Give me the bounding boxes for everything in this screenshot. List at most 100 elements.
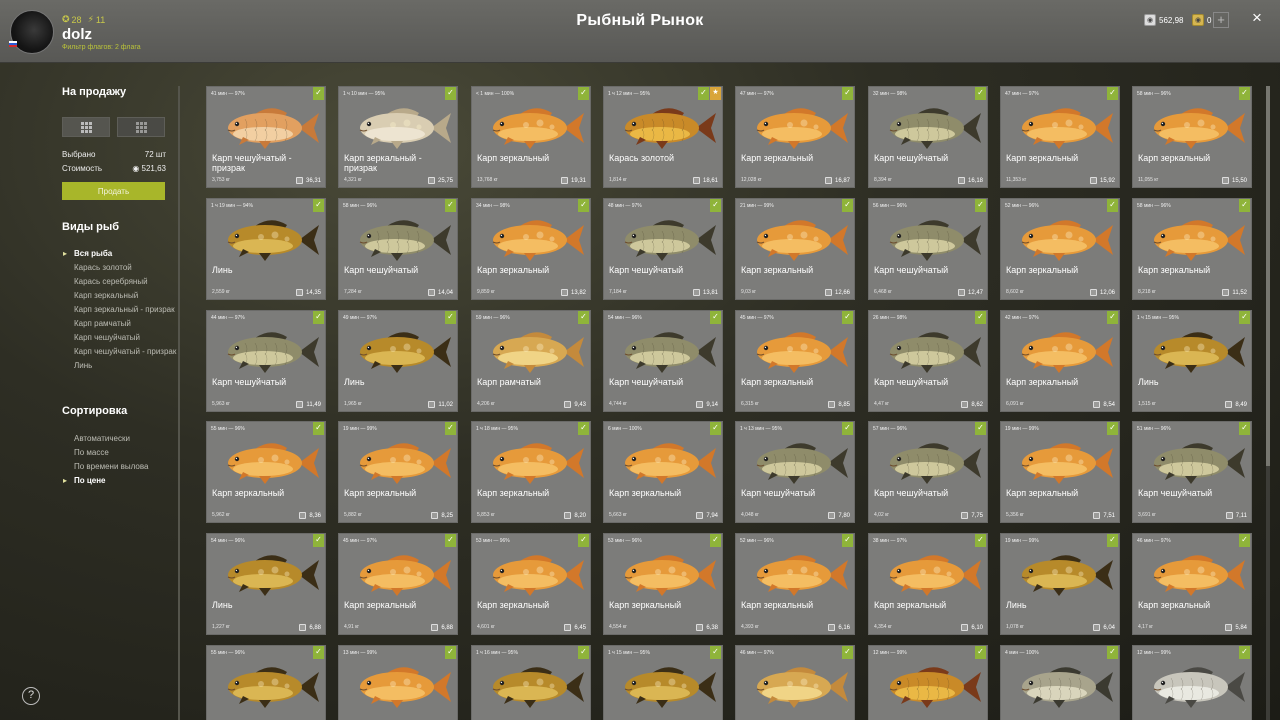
check-icon[interactable]: ✓ — [842, 422, 853, 435]
fish-card[interactable]: 1 ч 13 мин — 95% ✓ Карп чешуйчатый 4,048 кг… — [735, 421, 855, 523]
help-button[interactable]: ? — [22, 687, 40, 705]
fish-card[interactable]: 1 ч 16 мин — 95% ✓ — [471, 645, 591, 720]
sort-option-item[interactable]: Автоматически — [62, 434, 148, 443]
check-icon[interactable]: ✓ — [578, 534, 589, 547]
fish-card[interactable]: 41 мин — 97% ✓ Карп чешуйчатый - призрак 3,… — [206, 86, 326, 188]
check-icon[interactable]: ✓ — [710, 534, 721, 547]
fish-card[interactable]: 1 ч 18 мин — 95% ✓ Карп зеркальный 5,853 кг… — [471, 421, 591, 523]
fish-card[interactable]: 13 мин — 99% ✓ — [338, 645, 458, 720]
check-icon[interactable]: ✓ — [578, 646, 589, 659]
fish-card[interactable]: 47 мин — 97% ✓ Карп зеркальный 12,028 кг 16,… — [735, 86, 855, 188]
species-filter-item[interactable]: Карась золотой — [62, 263, 176, 272]
check-icon[interactable]: ✓ — [313, 311, 324, 324]
fish-card[interactable]: 58 мин — 96% ✓ Карп чешуйчатый 7,284 кг 14,0… — [338, 198, 458, 300]
check-icon[interactable]: ✓ — [975, 311, 986, 324]
fish-card[interactable]: 52 мин — 96% ✓ Карп зеркальный 8,602 кг 12,0… — [1000, 198, 1120, 300]
check-icon[interactable]: ✓ — [1239, 199, 1250, 212]
check-icon[interactable]: ✓ — [1107, 422, 1118, 435]
check-icon[interactable]: ✓ — [1107, 534, 1118, 547]
fish-card[interactable]: 45 мин — 97% ✓ Карп зеркальный 6,315 кг 8,85 — [735, 310, 855, 412]
species-filter-item[interactable]: Вся рыба — [62, 249, 176, 258]
species-filter-item[interactable]: Карп зеркальный - призрак — [62, 305, 176, 314]
fish-card[interactable]: 46 мин — 97% ✓ — [735, 645, 855, 720]
add-gold-button[interactable]: + — [1213, 12, 1229, 28]
sort-option-item[interactable]: По времени вылова — [62, 462, 148, 471]
check-icon[interactable]: ✓ — [1107, 311, 1118, 324]
fish-card[interactable]: 6 мин — 100% ✓ Карп зеркальный 5,663 кг 7,94 — [603, 421, 723, 523]
fish-card[interactable]: 55 мин — 96% ✓ Карп зеркальный 5,962 кг 8,36 — [206, 421, 326, 523]
check-icon[interactable]: ✓ — [1107, 87, 1118, 100]
check-icon[interactable]: ✓ — [445, 87, 456, 100]
fish-card[interactable]: 4 мин — 100% ✓ — [1000, 645, 1120, 720]
check-icon[interactable]: ✓ — [710, 646, 721, 659]
fish-card[interactable]: 54 мин — 96% ✓ Линь 1,227 кг 6,88 — [206, 533, 326, 635]
check-icon[interactable]: ✓ — [578, 311, 589, 324]
check-icon[interactable]: ✓ — [313, 422, 324, 435]
fish-card[interactable]: 49 мин — 97% ✓ Линь 1,965 кг 11,02 — [338, 310, 458, 412]
species-filter-item[interactable]: Линь — [62, 361, 176, 370]
check-icon[interactable]: ✓ — [1107, 199, 1118, 212]
check-icon[interactable]: ✓ — [710, 311, 721, 324]
check-icon[interactable]: ✓ — [1239, 422, 1250, 435]
close-button[interactable]: × — [1249, 9, 1265, 26]
fish-card[interactable]: 26 мин — 98% ✓ Карп чешуйчатый 4,47 кг 8,62 — [868, 310, 988, 412]
fish-card[interactable]: 1 ч 15 мин — 95% ✓ — [603, 645, 723, 720]
fish-card[interactable]: 46 мин — 97% ✓ Карп зеркальный 4,17 кг 5,84 — [1132, 533, 1252, 635]
check-icon[interactable]: ✓ — [1239, 87, 1250, 100]
sort-option-item[interactable]: По цене — [62, 476, 148, 485]
fish-card[interactable]: 34 мин — 98% ✓ Карп зеркальный 9,859 кг 13,8… — [471, 198, 591, 300]
check-icon[interactable]: ✓ — [1239, 646, 1250, 659]
check-icon[interactable]: ✓ — [975, 87, 986, 100]
fish-card[interactable]: 1 ч 10 мин — 95% ✓ Карп зеркальный - призр… — [338, 86, 458, 188]
check-icon[interactable]: ✓ — [1239, 534, 1250, 547]
fish-card[interactable]: 42 мин — 97% ✓ Карп зеркальный 6,091 кг 8,54 — [1000, 310, 1120, 412]
check-icon[interactable]: ✓ — [313, 87, 324, 100]
species-filter-item[interactable]: Карп чешуйчатый — [62, 333, 176, 342]
check-icon[interactable]: ✓ — [842, 311, 853, 324]
check-icon[interactable]: ✓ — [698, 87, 709, 100]
fish-card[interactable]: 58 мин — 96% ✓ Карп зеркальный 11,055 кг 15,… — [1132, 86, 1252, 188]
check-icon[interactable]: ✓ — [313, 199, 324, 212]
check-icon[interactable]: ✓ — [975, 534, 986, 547]
check-icon[interactable]: ✓ — [842, 646, 853, 659]
fish-card[interactable]: < 1 мин — 100% ✓ Карп зеркальный 13,768 кг 1… — [471, 86, 591, 188]
fish-card[interactable]: 53 мин — 96% ✓ Карп зеркальный 4,554 кг 6,38 — [603, 533, 723, 635]
check-icon[interactable]: ✓ — [975, 199, 986, 212]
fish-card[interactable]: 58 мин — 96% ✓ Карп зеркальный 8,218 кг 11,5… — [1132, 198, 1252, 300]
fish-card[interactable]: 21 мин — 99% ✓ Карп зеркальный 9,03 кг 12,66 — [735, 198, 855, 300]
check-icon[interactable]: ✓ — [445, 199, 456, 212]
fish-card[interactable]: 44 мин — 97% ✓ Карп чешуйчатый 5,963 кг 11,4… — [206, 310, 326, 412]
check-icon[interactable]: ✓ — [313, 646, 324, 659]
check-icon[interactable]: ✓ — [975, 646, 986, 659]
fish-card[interactable]: 1 ч 19 мин — 94% ✓ Линь 2,559 кг 14,35 — [206, 198, 326, 300]
grid-view-button[interactable] — [62, 117, 110, 137]
fish-card[interactable]: 48 мин — 97% ✓ Карп чешуйчатый 7,184 кг 13,8… — [603, 198, 723, 300]
fish-card[interactable]: 12 мин — 99% ✓ — [1132, 645, 1252, 720]
fish-card[interactable]: 12 мин — 99% ✓ — [868, 645, 988, 720]
fish-card[interactable]: 53 мин — 96% ✓ Карп зеркальный 4,601 кг 6,45 — [471, 533, 591, 635]
check-icon[interactable]: ✓ — [710, 422, 721, 435]
sell-button[interactable]: Продать — [62, 182, 165, 200]
fish-card[interactable]: 1 ч 12 мин — 95% ✓ ★ Карась золотой 1,814 кг… — [603, 86, 723, 188]
check-icon[interactable]: ✓ — [578, 199, 589, 212]
fish-card[interactable]: 56 мин — 96% ✓ Карп чешуйчатый 6,468 кг 12,4… — [868, 198, 988, 300]
fish-card[interactable]: 1 ч 15 мин — 95% ✓ Линь 1,515 кг 8,49 — [1132, 310, 1252, 412]
species-filter-item[interactable]: Карп рамчатый — [62, 319, 176, 328]
fish-card[interactable]: 38 мин — 97% ✓ Карп зеркальный 4,354 кг 6,10 — [868, 533, 988, 635]
fish-card[interactable]: 45 мин — 97% ✓ Карп зеркальный 4,91 кг 6,88 — [338, 533, 458, 635]
fish-card[interactable]: 32 мин — 98% ✓ Карп чешуйчатый 8,394 кг 16,1… — [868, 86, 988, 188]
check-icon[interactable]: ✓ — [445, 311, 456, 324]
compact-view-button[interactable] — [117, 117, 165, 137]
check-icon[interactable]: ✓ — [578, 87, 589, 100]
fish-card[interactable]: 59 мин — 96% ✓ Карп рамчатый 4,206 кг 9,43 — [471, 310, 591, 412]
species-filter-item[interactable]: Карп зеркальный — [62, 291, 176, 300]
check-icon[interactable]: ✓ — [578, 422, 589, 435]
check-icon[interactable]: ✓ — [710, 199, 721, 212]
check-icon[interactable]: ✓ — [842, 87, 853, 100]
check-icon[interactable]: ✓ — [975, 422, 986, 435]
check-icon[interactable]: ✓ — [313, 534, 324, 547]
species-filter-item[interactable]: Карась серебряный — [62, 277, 176, 286]
fish-card[interactable]: 57 мин — 96% ✓ Карп чешуйчатый 4,02 кг 7,75 — [868, 421, 988, 523]
fish-card[interactable]: 47 мин — 97% ✓ Карп зеркальный 11,353 кг 15,… — [1000, 86, 1120, 188]
sort-option-item[interactable]: По массе — [62, 448, 148, 457]
